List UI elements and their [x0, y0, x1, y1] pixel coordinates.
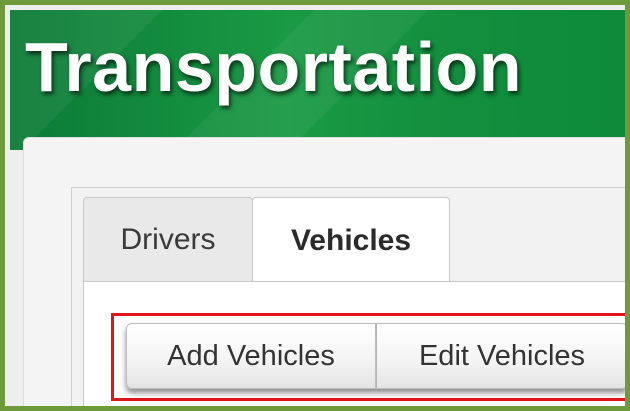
tab-vehicles-label: Vehicles	[290, 223, 412, 257]
highlight-box	[111, 313, 625, 401]
tab-drivers[interactable]: Drivers	[83, 197, 253, 281]
screenshot-frame: Transportation Drivers Vehicles Add Vehi…	[0, 0, 630, 411]
tab-vehicles[interactable]: Vehicles	[252, 197, 450, 283]
page-title: Transportation	[25, 28, 523, 106]
page-header-banner: Transportation	[10, 10, 625, 150]
tab-drivers-label: Drivers	[120, 222, 216, 256]
